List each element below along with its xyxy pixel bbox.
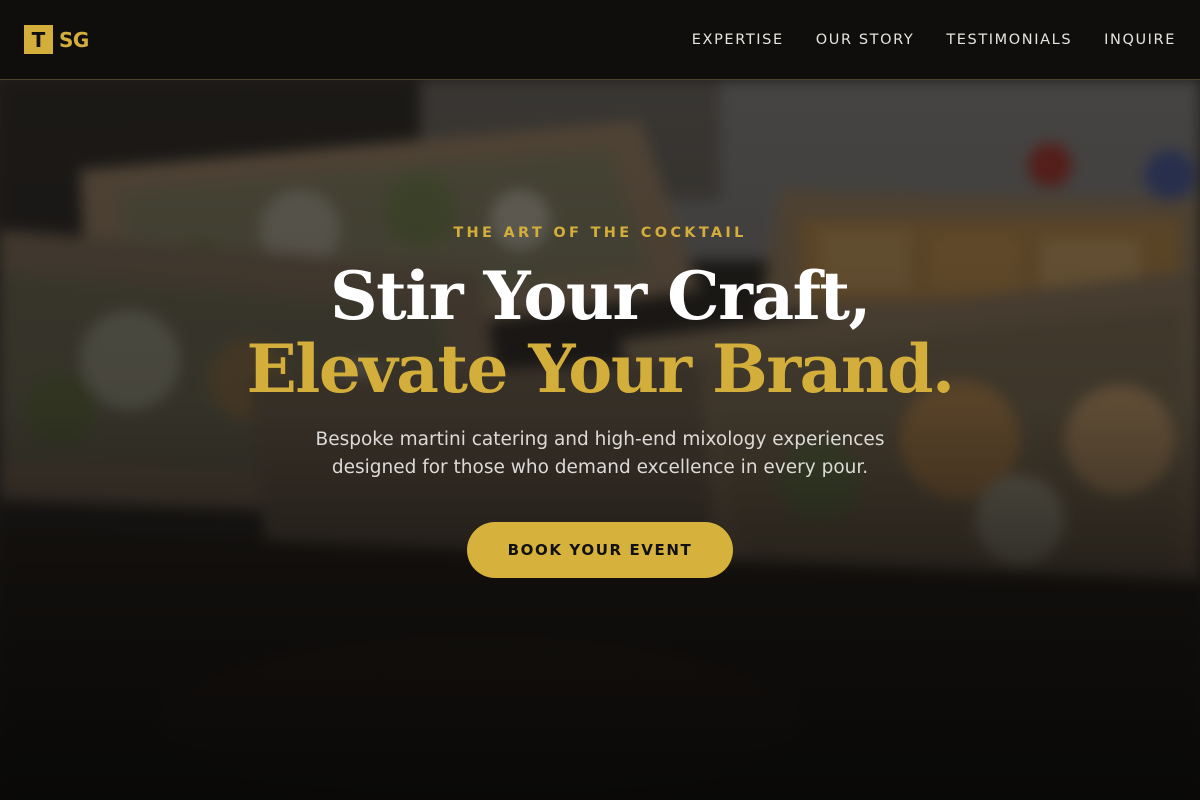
nav-link-our-story[interactable]: OUR STORY (816, 32, 915, 48)
hero-headline-line-2: Elevate Your Brand. (246, 330, 955, 408)
nav-link-expertise[interactable]: EXPERTISE (692, 32, 784, 48)
nav-link-inquire[interactable]: INQUIRE (1104, 32, 1176, 48)
hero-headline-line-1: Stir Your Craft, (329, 257, 872, 335)
logo-mark: T (24, 25, 53, 54)
hero-eyebrow: THE ART OF THE COCKTAIL (453, 225, 747, 241)
logo-text: SG (59, 27, 89, 52)
hero-subtext: Bespoke martini catering and high-end mi… (315, 429, 885, 478)
site-header: T SG EXPERTISE OUR STORY TESTIMONIALS IN… (0, 0, 1200, 80)
logo[interactable]: T SG (24, 25, 89, 54)
main-nav: EXPERTISE OUR STORY TESTIMONIALS INQUIRE (692, 32, 1176, 48)
nav-link-testimonials[interactable]: TESTIMONIALS (946, 32, 1072, 48)
book-event-button[interactable]: BOOK YOUR EVENT (467, 522, 733, 578)
hero-section: THE ART OF THE COCKTAIL Stir Your Craft,… (0, 80, 1200, 800)
